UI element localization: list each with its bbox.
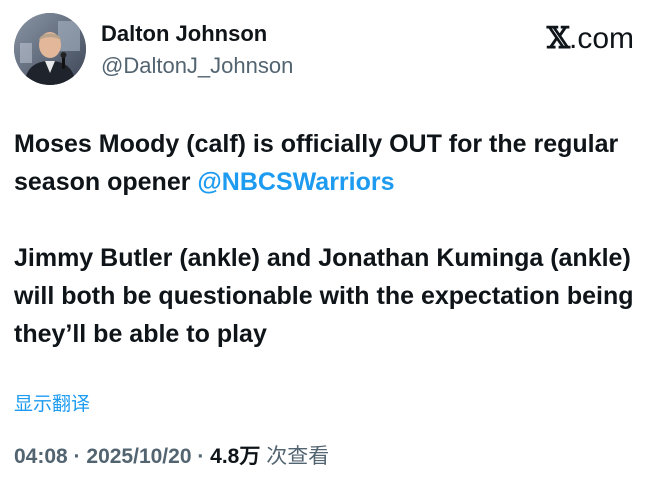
tweet-card: Dalton Johnson @DaltonJ_Johnson 𝕏 .com Mo… <box>0 0 660 483</box>
tweet-meta: 04:08 · 2025/10/20 · 4.8万 次查看 <box>14 443 329 471</box>
mention-link[interactable]: @NBCSWarriors <box>197 168 394 196</box>
tweet-date[interactable]: 2025/10/20 <box>86 445 191 468</box>
author-display-name[interactable]: Dalton Johnson <box>101 20 267 48</box>
meta-separator: · <box>67 445 87 468</box>
brand-domain-text: .com <box>568 22 634 55</box>
x-brand-logo: 𝕏 .com <box>547 22 634 56</box>
avatar[interactable] <box>14 13 86 85</box>
meta-separator-2: · <box>191 445 211 468</box>
author-handle[interactable]: @DaltonJ_Johnson <box>101 52 293 80</box>
show-translation-link[interactable]: 显示翻译 <box>14 393 90 417</box>
tweet-paragraph-2: Jimmy Butler (ankle) and Jonathan Kuming… <box>14 244 634 348</box>
views-count: 4.8万 <box>210 445 261 468</box>
tweet-paragraph-1: Moses Moody (calf) is officially OUT for… <box>14 125 644 201</box>
views-label: 次查看 <box>260 445 330 468</box>
tweet-text: Moses Moody (calf) is officially OUT for… <box>14 125 644 353</box>
x-logo-icon: 𝕏 <box>546 21 570 56</box>
profile-photo-icon <box>14 13 86 85</box>
tweet-time[interactable]: 04:08 <box>14 445 68 468</box>
